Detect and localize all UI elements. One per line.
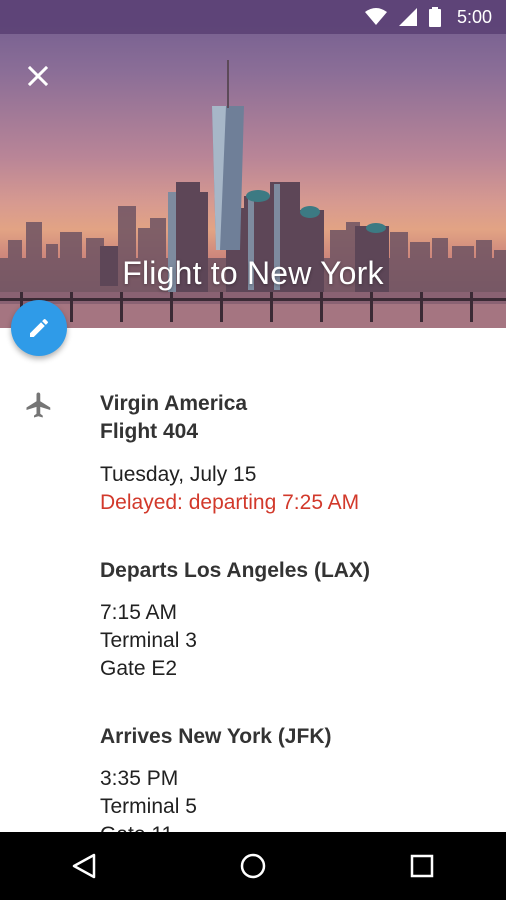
wifi-icon [364,8,387,25]
recents-button[interactable] [387,832,457,900]
departure-time: 7:15 AM [100,601,178,624]
arrival-heading: Arrives New York (JFK) [100,725,332,748]
flight-number: Flight 404 [100,420,199,443]
navigation-bar [0,832,506,900]
arrival-terminal: Terminal 5 [100,795,197,818]
flight-date-status: Tuesday, July 15 Delayed: departing 7:25… [100,461,359,517]
edit-pencil-icon [30,318,48,337]
status-bar: 5:00 [0,0,506,34]
flight-date: Tuesday, July 15 [100,463,257,486]
arrival-time: 3:35 PM [100,767,179,790]
flight-summary: Virgin America Flight 404 [100,390,247,446]
departure-terminal: Terminal 3 [100,629,197,652]
cellular-signal-icon [398,8,417,26]
airplane-icon [26,392,51,418]
edit-button[interactable] [11,300,67,356]
header-image: Flight to New York [0,0,506,328]
departure-details: 7:15 AM Terminal 3 Gate E2 [100,599,197,683]
departure-gate: Gate E2 [100,657,178,680]
arrival-gate: Gate 11 [100,821,197,832]
back-button[interactable] [49,832,119,900]
departure-heading: Departs Los Angeles (LAX) [100,559,370,582]
page-title: Flight to New York [122,255,384,291]
home-icon [240,853,266,879]
back-icon [73,853,96,879]
flight-details: Virgin America Flight 404 Tuesday, July … [0,328,506,832]
home-button[interactable] [218,832,288,900]
arrival-details: 3:35 PM Terminal 5 Gate 11 [100,765,197,832]
battery-icon [428,7,441,27]
recents-icon [410,854,433,878]
delay-status: Delayed: departing 7:25 AM [100,491,360,514]
close-icon [27,65,49,87]
status-time: 5:00 [456,6,492,27]
airline-name: Virgin America [100,392,248,415]
close-button[interactable] [18,56,58,96]
